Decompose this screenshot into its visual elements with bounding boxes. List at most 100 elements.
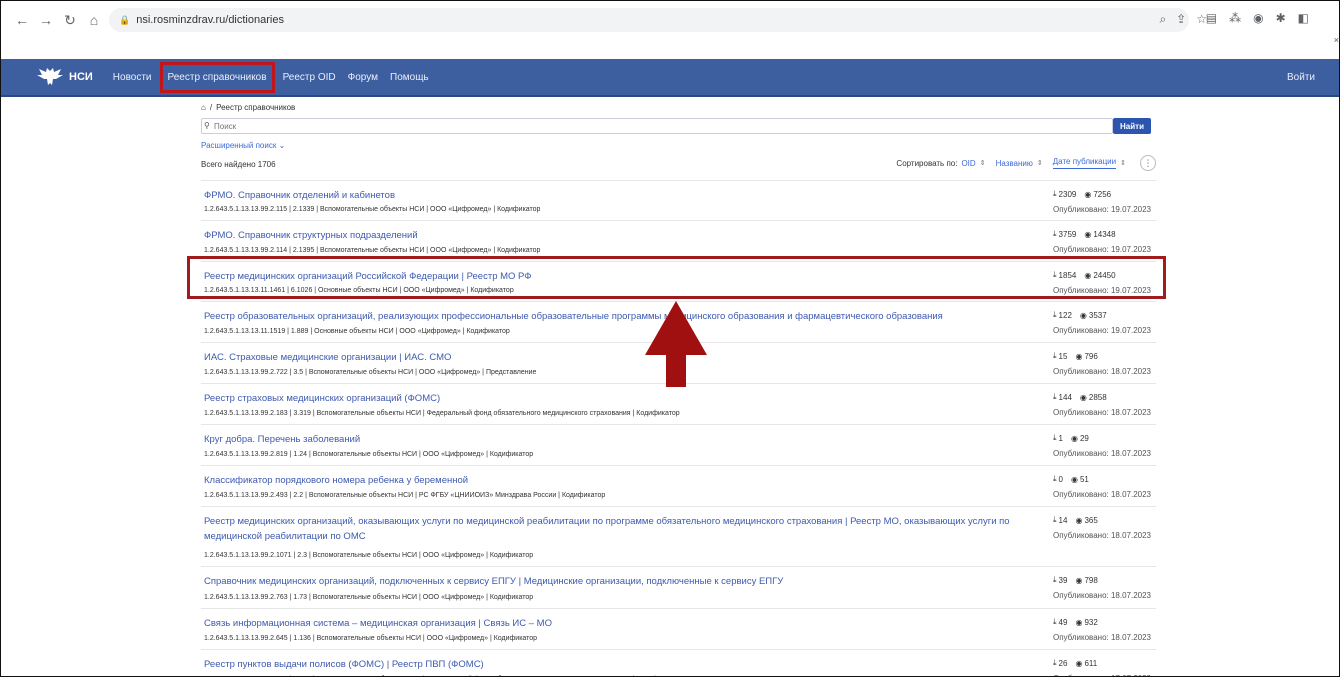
item-stats: ⤓ 1 ◉ 29 <box>1053 433 1089 443</box>
view-count: 796 <box>1084 351 1098 361</box>
item-title-link[interactable]: ФРМО. Справочник структурных подразделен… <box>204 228 1034 243</box>
search-input[interactable] <box>201 118 1113 134</box>
nav-help[interactable]: Помощь <box>384 72 435 83</box>
address-bar[interactable]: 🔒 nsi.rosminzdrav.ru/dictionaries <box>109 8 1189 32</box>
back-arrow-icon[interactable]: ← <box>11 9 33 31</box>
list-item[interactable]: Справочник медицинских организаций, подк… <box>201 566 1156 608</box>
puzzle-icon[interactable]: ✱ <box>1276 11 1286 25</box>
nav-dictionaries-registry[interactable]: Реестр справочников <box>159 61 275 93</box>
extension-icon[interactable]: ◉ <box>1253 11 1263 25</box>
advanced-search-label: Расширенный поиск <box>201 141 277 150</box>
list-item[interactable]: ФРМО. Справочник структурных подразделен… <box>201 220 1156 261</box>
chevron-down-icon: ⌄ <box>278 141 286 150</box>
item-title-link[interactable]: Реестр медицинских организаций, оказываю… <box>204 514 1034 544</box>
results-total: Всего найдено 1706 <box>201 160 276 169</box>
sort-by-oid[interactable]: OID <box>961 159 975 168</box>
published-date: Опубликовано: 18.07.2023 <box>1053 449 1152 458</box>
download-icon: ⤓ <box>1053 310 1057 319</box>
item-title-link[interactable]: Реестр пунктов выдачи полисов (ФОМС) | Р… <box>204 657 1034 672</box>
eye-icon: ◉ <box>1079 392 1087 402</box>
home-icon[interactable]: ⌂ <box>83 9 105 31</box>
view-count: 611 <box>1084 658 1098 668</box>
advanced-search-link[interactable]: Расширенный поиск ⌄ <box>201 141 285 150</box>
item-stats: ⤓ 122 ◉ 3537 <box>1053 310 1107 320</box>
extension-icon[interactable]: ▤ <box>1206 11 1217 25</box>
item-stats: ⤓ 3759 ◉ 14348 <box>1053 229 1116 239</box>
download-icon: ⤓ <box>1053 433 1057 442</box>
browser-window: ← → ↻ ⌂ 🔒 nsi.rosminzdrav.ru/dictionarie… <box>0 0 1340 677</box>
item-title-link[interactable]: Круг добра. Перечень заболеваний <box>204 432 1034 447</box>
download-icon: ⤓ <box>1053 392 1057 401</box>
close-icon[interactable]: × <box>1334 35 1339 45</box>
item-stats: ⤓ 144 ◉ 2858 <box>1053 392 1107 402</box>
item-stats: ⤓ 0 ◉ 51 <box>1053 474 1089 484</box>
download-icon: ⤓ <box>1053 474 1057 483</box>
forward-arrow-icon[interactable]: → <box>35 9 57 31</box>
reload-icon[interactable]: ↻ <box>59 9 81 31</box>
view-count: 51 <box>1079 474 1089 484</box>
red-arrow-annotation <box>645 301 707 387</box>
zoom-icon[interactable]: ⌕ <box>1159 12 1166 27</box>
nav-oid-registry[interactable]: Реестр OID <box>277 72 342 83</box>
eye-icon: ◉ <box>1075 351 1083 361</box>
item-title-link[interactable]: Реестр образовательных организаций, реал… <box>204 309 1034 324</box>
list-item[interactable]: Связь информационная система – медицинск… <box>201 608 1156 649</box>
eye-icon: ◉ <box>1079 310 1087 320</box>
home-icon[interactable]: ⌂ <box>201 103 206 112</box>
view-count: 365 <box>1084 515 1098 525</box>
item-stats: ⤓ 49 ◉ 932 <box>1053 617 1098 627</box>
item-title-link[interactable]: Связь информационная система – медицинск… <box>204 616 1034 631</box>
published-date: Опубликовано: 18.07.2023 <box>1053 591 1152 600</box>
eye-icon: ◉ <box>1084 189 1092 199</box>
download-count: 26 <box>1058 658 1068 668</box>
eye-icon: ◉ <box>1071 433 1078 443</box>
eye-icon: ◉ <box>1075 658 1083 668</box>
download-count: 14 <box>1058 515 1068 525</box>
published-date: Опубликовано: 18.07.2023 <box>1053 490 1152 499</box>
view-count: 2858 <box>1088 392 1107 402</box>
eye-icon: ◉ <box>1084 229 1092 239</box>
published-date: Опубликовано: 19.07.2023 <box>1053 245 1152 254</box>
item-stats: ⤓ 39 ◉ 798 <box>1053 575 1098 585</box>
download-count: 144 <box>1058 392 1072 402</box>
item-title-link[interactable]: Реестр страховых медицинских организаций… <box>204 391 1034 406</box>
item-stats: ⤓ 14 ◉ 365 <box>1053 515 1098 525</box>
sort-by-date[interactable]: Дате публикации <box>1052 157 1117 169</box>
nav-news[interactable]: Новости <box>107 72 158 83</box>
more-options-icon[interactable]: ⋮ <box>1140 155 1156 171</box>
item-meta: 1.2.643.5.1.13.13.99.2.819 | 1.24 | Вспо… <box>204 451 534 458</box>
item-title-link[interactable]: Классификатор порядкового номера ребенка… <box>204 473 1034 488</box>
eagle-logo-icon[interactable] <box>33 66 67 88</box>
brand-label[interactable]: НСИ <box>69 71 93 83</box>
item-title-link[interactable]: Справочник медицинских организаций, подк… <box>204 574 1034 589</box>
download-icon: ⤓ <box>1053 617 1057 626</box>
login-link[interactable]: Войти <box>1287 72 1315 83</box>
sort-arrows-icon: ⇕ <box>1120 160 1126 167</box>
nav-forum[interactable]: Форум <box>342 72 384 83</box>
sort-by-name[interactable]: Названию <box>996 159 1033 168</box>
download-count: 49 <box>1058 617 1068 627</box>
highlight-box <box>187 256 1166 299</box>
eye-icon: ◉ <box>1075 575 1083 585</box>
search-button[interactable]: Найти <box>1113 118 1151 134</box>
sidepanel-icon[interactable]: ◧ <box>1298 11 1309 25</box>
list-item[interactable]: ФРМО. Справочник отделений и кабинетов 1.… <box>201 180 1156 220</box>
item-title-link[interactable]: ФРМО. Справочник отделений и кабинетов <box>204 188 1034 203</box>
search-icon: ⚲ <box>204 121 210 130</box>
published-date: Опубликовано: 18.07.2023 <box>1053 367 1152 376</box>
download-count: 3759 <box>1058 229 1077 239</box>
list-item[interactable]: Реестр страховых медицинских организаций… <box>201 383 1156 424</box>
item-meta: 1.2.643.5.1.13.13.99.2.1071 | 2.3 | Вспо… <box>204 552 534 559</box>
item-title-link[interactable]: ИАС. Страховые медицинские организации |… <box>204 350 1034 365</box>
list-item[interactable]: Реестр медицинских организаций, оказываю… <box>201 506 1156 566</box>
list-item[interactable]: Классификатор порядкового номера ребенка… <box>201 465 1156 506</box>
list-item[interactable]: Реестр пунктов выдачи полисов (ФОМС) | Р… <box>201 649 1156 676</box>
download-count: 122 <box>1058 310 1072 320</box>
download-count: 2309 <box>1058 189 1077 199</box>
sort-bar: Сортировать по: OID ⇕ Названию ⇕ Дате пу… <box>896 155 1156 171</box>
eye-icon: ◉ <box>1071 474 1078 484</box>
list-item[interactable]: Круг добра. Перечень заболеваний 1.2.643.… <box>201 424 1156 465</box>
extension-icon[interactable]: ⁂ <box>1229 11 1241 25</box>
sort-arrows-icon: ⇕ <box>1036 160 1043 167</box>
share-icon[interactable]: ⇪ <box>1176 12 1186 27</box>
